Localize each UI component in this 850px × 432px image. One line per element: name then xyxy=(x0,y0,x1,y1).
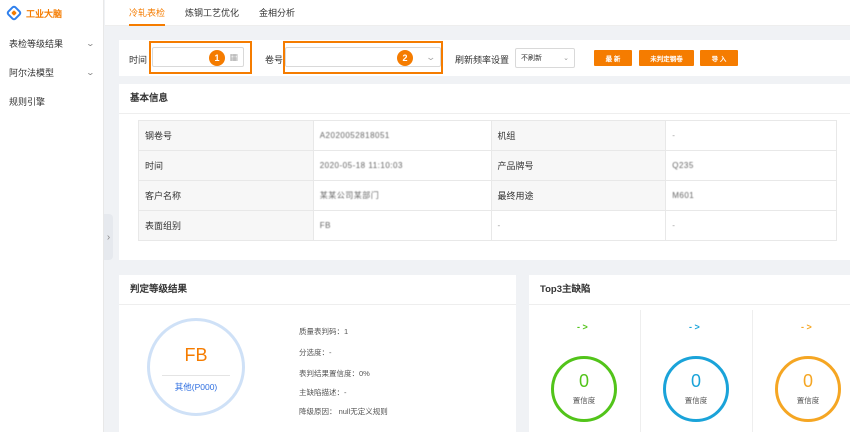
defect-3-ring: 0 置信度 xyxy=(775,356,841,422)
tab-steelmaking-optimization[interactable]: 炼钢工艺优化 xyxy=(175,0,249,26)
table-key: 机组 xyxy=(490,120,667,151)
tab-bar: 冷轧表检 炼钢工艺优化 金相分析 xyxy=(105,0,850,26)
divider xyxy=(752,310,753,432)
table-key: 表面组别 xyxy=(138,210,314,241)
logo-text: 工业大脑 xyxy=(26,8,63,19)
result-line-sorting: 分选度：- xyxy=(299,348,332,357)
sidebar-item-label: 规则引擎 xyxy=(9,97,46,107)
defect-3-value: 0 xyxy=(802,371,813,391)
table-value: Q235 xyxy=(665,150,837,181)
tab-cold-rolling-inspection[interactable]: 冷轧表检 xyxy=(119,0,175,26)
refresh-label: 刷新频率设置 xyxy=(455,55,510,65)
basic-info-title: 基本信息 xyxy=(119,84,850,114)
defect-1-arrow: - > xyxy=(577,322,588,332)
defect-1-ring: 0 置信度 xyxy=(551,356,617,422)
top3-title: Top3主缺陷 xyxy=(529,275,850,305)
table-value: 某某公司某部门 xyxy=(312,180,492,211)
defect-1-caption: 置信度 xyxy=(572,396,596,405)
defect-2-arrow: - > xyxy=(689,322,700,332)
coil-label: 卷号 xyxy=(265,55,284,65)
chevron-down-icon: ⌄ xyxy=(85,39,96,48)
chevron-right-icon: › xyxy=(106,231,111,243)
tab-metallographic-analysis[interactable]: 金相分析 xyxy=(249,0,305,26)
result-line-main-defect: 主缺陷描述：- xyxy=(299,388,347,397)
step-badge-2: 2 xyxy=(397,50,413,66)
sidebar-item-grade-results[interactable]: 表检等级结果 ⌄ xyxy=(0,29,103,58)
sidebar-item-alpha-model[interactable]: 阿尔法模型 ⌄ xyxy=(0,58,103,87)
table-key: 最终用途 xyxy=(490,180,667,211)
highlight-box-time xyxy=(149,41,252,74)
table-value: - xyxy=(665,210,837,241)
step-badge-1: 1 xyxy=(209,50,225,66)
table-key: 时间 xyxy=(138,150,314,181)
brain-logo-icon xyxy=(5,4,23,22)
sidebar: 工业大脑 表检等级结果 ⌄ 阿尔法模型 ⌄ 规则引擎 xyxy=(0,0,104,432)
refresh-select[interactable]: 不刷新 ⌄ xyxy=(515,48,575,68)
sidebar-item-label: 表检等级结果 xyxy=(9,39,64,49)
grade-circle: FB 其他(P000) xyxy=(147,318,245,416)
basic-info-panel: 基本信息 钢卷号 A2020052818051 机组 - 时间 2020-05-… xyxy=(119,84,850,260)
basic-info-table: 钢卷号 A2020052818051 机组 - 时间 2020-05-18 11… xyxy=(138,120,837,241)
table-value: A2020052818051 xyxy=(312,120,492,151)
chevron-down-icon: ⌄ xyxy=(85,68,96,77)
table-value: M601 xyxy=(665,180,837,211)
chevron-down-icon: ⌄ xyxy=(563,55,569,62)
sidebar-collapse-handle[interactable]: › xyxy=(104,214,113,260)
highlight-box-coil xyxy=(283,41,443,74)
latest-button[interactable]: 最 新 xyxy=(594,50,632,66)
table-row: 时间 2020-05-18 11:10:03 产品牌号 Q235 xyxy=(138,150,837,181)
result-line-confidence: 表判结果置信度：0% xyxy=(299,369,370,378)
table-row: 钢卷号 A2020052818051 机组 - xyxy=(138,120,837,151)
grade-value: FB xyxy=(184,345,208,365)
divider xyxy=(640,310,641,432)
table-row: 客户名称 某某公司某部门 最终用途 M601 xyxy=(138,180,837,211)
refresh-select-value: 不刷新 xyxy=(521,55,542,62)
sidebar-item-rule-engine[interactable]: 规则引擎 xyxy=(0,87,103,116)
defect-2-value: 0 xyxy=(690,371,701,391)
result-line-quality-code: 质量表判码：1 xyxy=(299,327,349,336)
table-key: 产品牌号 xyxy=(490,150,667,181)
time-label: 时间 xyxy=(129,55,148,65)
table-value: 2020-05-18 11:10:03 xyxy=(312,150,492,181)
judgement-panel: 判定等级结果 FB 其他(P000) 质量表判码：1 分选度：- 表判结果置信度… xyxy=(119,275,516,432)
sidebar-item-label: 阿尔法模型 xyxy=(9,68,55,78)
table-value: - xyxy=(665,120,837,151)
table-row: 表面组别 FB - - xyxy=(138,210,837,241)
table-value: FB xyxy=(312,210,492,241)
grade-subtitle: 其他(P000) xyxy=(162,375,230,393)
table-value: - xyxy=(490,210,667,241)
defect-2-caption: 置信度 xyxy=(684,396,708,405)
logo[interactable]: 工业大脑 xyxy=(0,0,103,26)
table-key: 客户名称 xyxy=(138,180,314,211)
table-key: 钢卷号 xyxy=(138,120,314,151)
import-button[interactable]: 导 入 xyxy=(700,50,738,66)
result-line-downgrade-reason: 降级原因： null无定义规则 xyxy=(299,407,388,416)
judgement-title: 判定等级结果 xyxy=(119,275,516,305)
defect-3-caption: 置信度 xyxy=(796,396,820,405)
defect-1-value: 0 xyxy=(578,371,589,391)
defect-2-ring: 0 置信度 xyxy=(663,356,729,422)
unjudged-coil-button[interactable]: 未判定钢卷 xyxy=(639,50,694,66)
defect-3-arrow: - > xyxy=(801,322,812,332)
